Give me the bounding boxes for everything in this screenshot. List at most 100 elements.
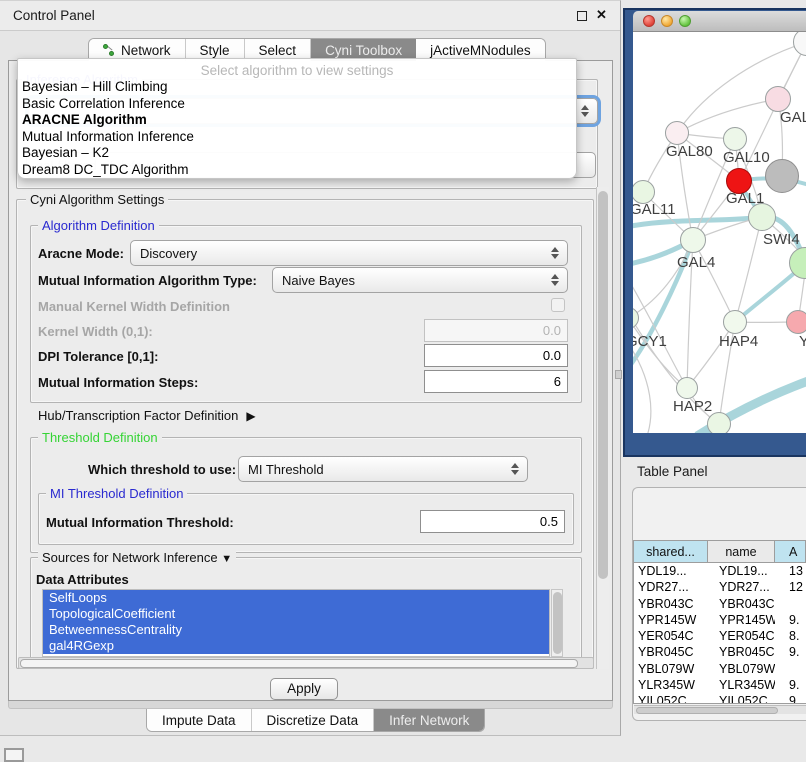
sources-group-title[interactable]: Sources for Network Inference ▼: [38, 550, 236, 565]
column-header-1[interactable]: shared...: [634, 541, 708, 562]
table-row[interactable]: YBR043CYBR043C: [634, 596, 806, 612]
control-panel-title: Control Panel: [13, 8, 95, 23]
mi-type-combo[interactable]: Naive Bayes: [272, 267, 568, 293]
threshold-definition-title: Threshold Definition: [38, 430, 162, 445]
column-header-3[interactable]: A: [775, 541, 806, 562]
manual-kernel-label: Manual Kernel Width Definition: [38, 299, 230, 314]
node-label-SWI4: SWI4: [763, 231, 800, 248]
dropdown-item[interactable]: Bayesian – Hill Climbing: [18, 79, 576, 96]
table-cell: [775, 596, 806, 612]
node-label-HAP4: HAP4: [719, 333, 758, 350]
table-cell: YDR27...: [708, 579, 775, 595]
table-cell: 13: [775, 563, 806, 579]
bottom-tab-infer-network[interactable]: Infer Network: [374, 709, 484, 731]
bottom-tab-impute-data[interactable]: Impute Data: [147, 709, 252, 731]
node-GAL1[interactable]: [748, 203, 776, 231]
which-threshold-combo[interactable]: MI Threshold: [238, 456, 528, 482]
kernel-width-label: Kernel Width (0,1):: [38, 324, 153, 339]
node-gray[interactable]: [765, 159, 799, 193]
splitpane-divider-handle[interactable]: [615, 370, 622, 379]
algorithm-dropdown-popup: Select algorithm to view settings Bayesi…: [17, 58, 577, 179]
apply-button[interactable]: Apply: [270, 678, 338, 700]
dpi-tolerance-label: DPI Tolerance [0,1]:: [38, 349, 158, 364]
settings-vertical-scrollbar-thumb[interactable]: [598, 191, 608, 579]
aracne-mode-combo[interactable]: Discovery: [130, 240, 568, 266]
dropdown-item[interactable]: Bayesian – K2: [18, 145, 576, 162]
node-GAL80[interactable]: [665, 121, 689, 145]
list-scrollbar-thumb[interactable]: [553, 592, 562, 654]
table-cell: YBR045C: [634, 644, 708, 660]
data-attribute-item[interactable]: TopologicalCoefficient: [43, 606, 549, 622]
manual-kernel-checkbox[interactable]: [551, 298, 565, 312]
dropdown-item[interactable]: Basic Correlation Inference: [18, 96, 576, 113]
data-attribute-item[interactable]: gal4RGexp: [43, 638, 549, 654]
table-cell: YDL19...: [708, 563, 775, 579]
mi-steps-field[interactable]: 6: [424, 370, 568, 393]
table-cell: YBL079W: [708, 661, 775, 677]
combo-spinner-icon: [551, 274, 559, 286]
tab-label: Style: [200, 43, 230, 58]
network-canvas[interactable]: GALGAL80GAL10GAL1GAL11GAL4SWI4GCY1HAP4YH…: [633, 32, 806, 433]
collapsed-panel-icon[interactable]: [4, 748, 24, 762]
node-salmon[interactable]: [786, 310, 806, 334]
panel-bottom-gutter: [8, 701, 613, 709]
node-bottom[interactable]: [707, 412, 731, 433]
kernel-width-field[interactable]: 0.0: [424, 319, 568, 342]
node-label-GAL10: GAL10: [723, 149, 770, 166]
table-row[interactable]: YDL19...YDL19...13: [634, 563, 806, 579]
close-icon[interactable]: ✕: [596, 7, 607, 23]
mi-threshold-field[interactable]: 0.5: [420, 510, 565, 533]
network-window-titlebar[interactable]: [633, 11, 806, 32]
close-traffic-light[interactable]: [643, 15, 655, 27]
dpi-tolerance-field[interactable]: 0.0: [424, 344, 568, 367]
dropdown-item[interactable]: Mutual Information Inference: [18, 129, 576, 146]
node-table[interactable]: shared...nameA YDL19...YDL19...13YDR27..…: [633, 540, 806, 704]
float-window-icon[interactable]: [577, 11, 587, 21]
data-attribute-item[interactable]: BetweennessCentrality: [43, 622, 549, 638]
node-HAP2[interactable]: [676, 377, 698, 399]
node-label-HAP2: HAP2: [673, 398, 712, 415]
collapse-down-arrow-icon: ▼: [221, 553, 232, 565]
table-row[interactable]: YPR145WYPR145W9.: [634, 612, 806, 628]
table-panel-title: Table Panel: [637, 464, 708, 479]
hub-definition-expander[interactable]: Hub/Transcription Factor Definition▶: [38, 408, 256, 423]
dropdown-item[interactable]: Dream8 DC_TDC Algorithm: [18, 162, 576, 179]
minimize-traffic-light[interactable]: [661, 15, 673, 27]
network-edge: [677, 99, 778, 133]
zoom-traffic-light[interactable]: [679, 15, 691, 27]
node-label-GAL80: GAL80: [666, 143, 713, 160]
node-label-GAL: GAL: [780, 109, 806, 126]
network-edge: [693, 240, 735, 322]
table-cell: [775, 661, 806, 677]
settings-horizontal-scrollbar-thumb[interactable]: [20, 659, 578, 668]
column-header-2[interactable]: name: [708, 541, 775, 562]
table-cell: YER054C: [634, 628, 708, 644]
node-label-Y: Y: [799, 333, 806, 350]
data-attribute-item[interactable]: SelfLoops: [43, 590, 549, 606]
table-row[interactable]: YBL079WYBL079W: [634, 661, 806, 677]
data-attributes-list[interactable]: SelfLoopsTopologicalCoefficientBetweenne…: [42, 589, 550, 657]
bottom-tab-discretize-data[interactable]: Discretize Data: [252, 709, 375, 731]
data-attributes-label: Data Attributes: [36, 572, 129, 587]
tab-label: Network: [121, 43, 171, 58]
node-HAP4[interactable]: [723, 310, 747, 334]
tab-label: jActiveMNodules: [430, 43, 531, 58]
aracne-mode-label: Aracne Mode:: [38, 246, 124, 261]
node-GAL10[interactable]: [723, 127, 747, 151]
node-label-GAL1: GAL1: [726, 190, 764, 207]
table-cell: 9: [775, 693, 806, 704]
table-horizontal-scrollbar-thumb[interactable]: [636, 707, 778, 714]
table-row[interactable]: YIL052CYIL052C9: [634, 693, 806, 704]
list-scrollbar[interactable]: [551, 589, 563, 657]
dropdown-item[interactable]: ARACNE Algorithm: [18, 112, 576, 129]
table-cell: YBL079W: [634, 661, 708, 677]
table-cell: YBR043C: [634, 596, 708, 612]
table-row[interactable]: YLR345WYLR345W9.: [634, 677, 806, 693]
table-row[interactable]: YDR27...YDR27...12: [634, 579, 806, 595]
dropdown-items: Bayesian – Hill ClimbingBasic Correlatio…: [18, 79, 576, 178]
table-row[interactable]: YBR045CYBR045C9.: [634, 644, 806, 660]
table-row[interactable]: YER054CYER054C8.: [634, 628, 806, 644]
table-cell: YDR27...: [634, 579, 708, 595]
table-cell: YPR145W: [634, 612, 708, 628]
node-GAL4[interactable]: [680, 227, 706, 253]
